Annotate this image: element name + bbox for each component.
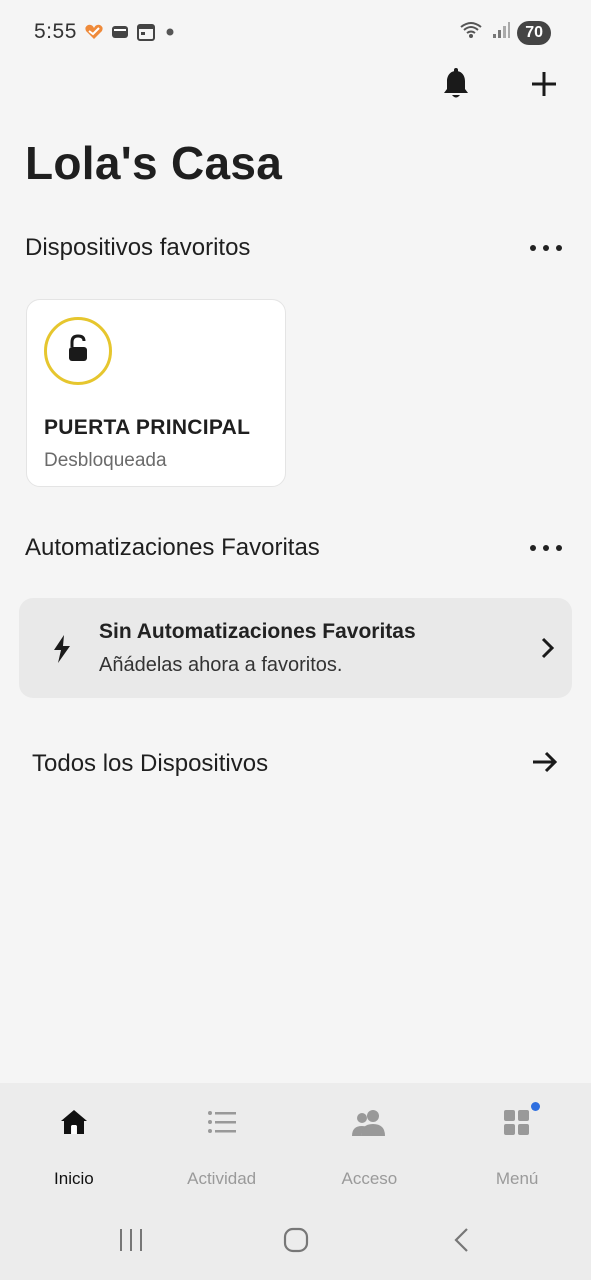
nav-label: Inicio [54,1169,94,1188]
home-system-icon[interactable] [283,1227,309,1258]
nav-item-menu[interactable]: Menú [443,1083,591,1197]
empty-automations-subtitle: Añádelas ahora a favoritos. [99,654,343,676]
header-actions [439,64,561,104]
arrow-right-icon [531,750,559,779]
people-icon [351,1105,387,1139]
list-icon [207,1105,237,1139]
nav-label: Actividad [187,1169,257,1188]
automations-header: Automatizaciones Favoritas [25,534,566,562]
system-navigation-bar [0,1197,591,1280]
nav-item-actividad[interactable]: Actividad [148,1083,296,1197]
back-system-icon[interactable] [452,1227,472,1258]
more-horizontal-icon[interactable] [526,236,566,260]
wallet-icon [110,22,130,47]
status-system-icons: 70 [459,20,551,45]
grid-menu-icon [503,1102,541,1139]
wifi-icon [459,20,485,45]
status-notification-icons [84,22,178,47]
home-icon [59,1105,89,1139]
all-devices-label: Todos los Dispositivos [32,750,269,777]
chevron-right-icon [540,636,556,665]
battery-indicator: 70 [517,20,551,45]
plus-icon[interactable] [527,64,561,104]
all-devices-link[interactable]: Todos los Dispositivos [32,744,559,784]
device-status: Desbloqueada [44,450,167,471]
empty-automations-title: Sin Automatizaciones Favoritas [99,620,416,643]
notification-dot-icon [162,24,178,45]
bolt-icon [51,634,73,669]
calendar-icon [136,22,156,47]
favorites-header: Dispositivos favoritos [25,234,566,262]
nav-label: Menú [495,1169,539,1188]
more-horizontal-icon[interactable] [526,536,566,560]
bottom-nav: Inicio Actividad Acceso Menú [0,1083,591,1197]
status-bar: 5:55 70 [0,0,591,64]
device-card-puerta-principal[interactable]: PUERTA PRINCIPAL Desbloqueada [26,299,286,487]
recent-apps-icon[interactable] [118,1227,144,1258]
heart-app-icon [84,22,104,47]
device-name: PUERTA PRINCIPAL [44,416,251,439]
bell-icon[interactable] [439,64,473,104]
empty-automations-card[interactable]: Sin Automatizaciones Favoritas Añádelas … [19,598,572,698]
unlocked-padlock-icon [66,333,90,369]
nav-label: Acceso [341,1169,398,1188]
nav-item-inicio[interactable]: Inicio [0,1083,148,1197]
favorites-title: Dispositivos favoritos [25,234,251,261]
home-title: Lola's Casa [25,137,283,189]
lock-status-ring [44,317,112,385]
automations-title: Automatizaciones Favoritas [25,534,320,561]
signal-icon [491,20,511,45]
notification-badge [531,1102,541,1111]
status-time: 5:55 [34,20,77,43]
nav-item-acceso[interactable]: Acceso [296,1083,444,1197]
